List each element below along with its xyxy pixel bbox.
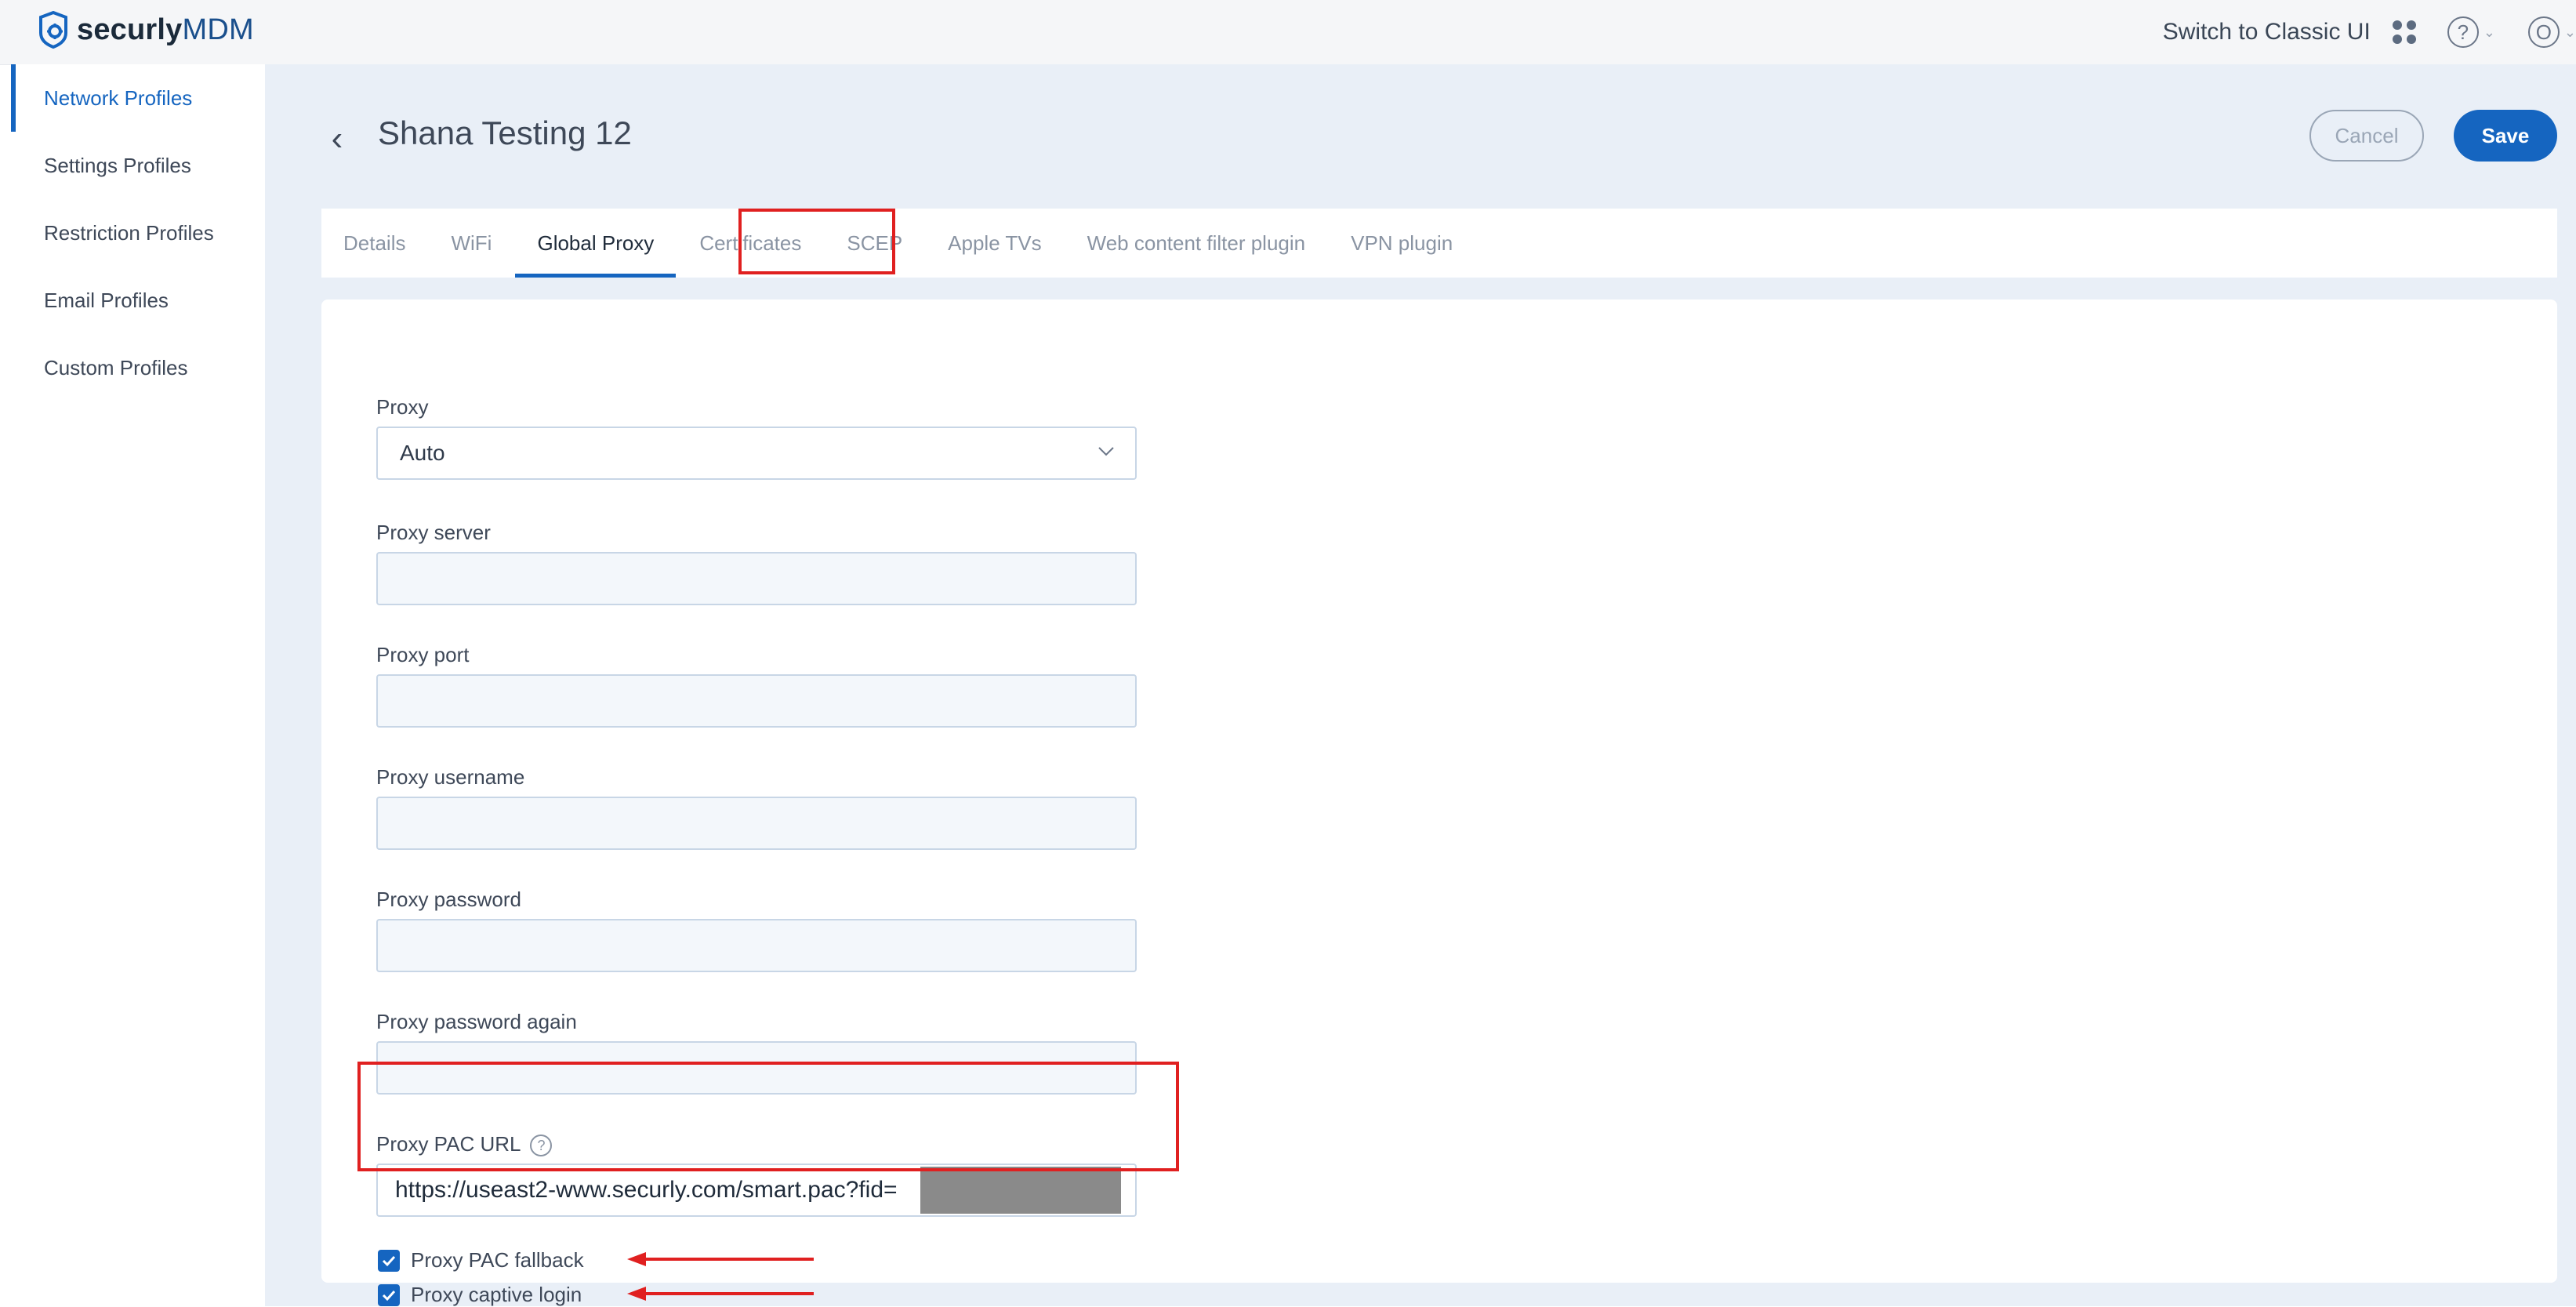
- page-title: Shana Testing 12: [378, 114, 632, 151]
- checkmark-icon: [382, 1255, 396, 1266]
- proxy-pac-url-label: Proxy PAC URL?: [376, 1132, 553, 1157]
- tab-global-proxy[interactable]: Global Proxy: [515, 209, 677, 278]
- proxy-pac-url-input[interactable]: https://useast2-www.securly.com/smart.pa…: [376, 1164, 1137, 1217]
- proxy-captive-login-checkbox[interactable]: [378, 1283, 400, 1306]
- question-circle-icon[interactable]: ?: [530, 1135, 553, 1157]
- back-arrow-icon[interactable]: ‹: [321, 119, 353, 158]
- logo-text: securlyMDM: [77, 13, 254, 46]
- top-bar: securlyMDM Switch to Classic UI ? ⌄ O ⌄: [0, 0, 2576, 65]
- tab-wifi[interactable]: WiFi: [451, 209, 492, 278]
- proxy-select-value: Auto: [400, 441, 445, 465]
- tab-web-content-filter-plugin[interactable]: Web content filter plugin: [1087, 209, 1305, 278]
- proxy-server-input[interactable]: [376, 552, 1137, 605]
- proxy-username-label: Proxy username: [376, 765, 525, 789]
- apps-grid-icon[interactable]: [2392, 20, 2416, 44]
- proxy-password-again-input[interactable]: [376, 1041, 1137, 1095]
- user-chevron-down-icon[interactable]: ⌄: [2564, 24, 2576, 41]
- proxy-select[interactable]: Auto: [376, 427, 1137, 480]
- proxy-pac-fallback-checkbox-row[interactable]: Proxy PAC fallback: [378, 1248, 584, 1273]
- help-icon[interactable]: ?: [2447, 16, 2479, 48]
- sidebar-item-restriction-profiles[interactable]: Restriction Profiles: [11, 199, 265, 267]
- redacted-block: [920, 1167, 1121, 1214]
- annotation-arrow-left-icon: [627, 1252, 814, 1266]
- proxy-password-again-label: Proxy password again: [376, 1010, 577, 1033]
- proxy-port-label: Proxy port: [376, 643, 470, 666]
- cancel-button[interactable]: Cancel: [2309, 110, 2424, 162]
- sidebar-item-custom-profiles[interactable]: Custom Profiles: [11, 334, 265, 401]
- sidebar-item-settings-profiles[interactable]: Settings Profiles: [11, 132, 265, 199]
- securly-logo[interactable]: securlyMDM: [36, 11, 254, 49]
- proxy-server-label: Proxy server: [376, 521, 491, 544]
- proxy-captive-login-checkbox-row[interactable]: Proxy captive login: [378, 1283, 582, 1307]
- proxy-port-input[interactable]: [376, 674, 1137, 728]
- tab-certificates[interactable]: Certificates: [699, 209, 801, 278]
- sidebar-item-network-profiles[interactable]: Network Profiles: [11, 64, 265, 132]
- tab-vpn-plugin[interactable]: VPN plugin: [1351, 209, 1453, 278]
- main-content: ‹ Shana Testing 12 Cancel Save Details W…: [265, 64, 2576, 1306]
- save-button[interactable]: Save: [2454, 110, 2557, 162]
- tab-scep[interactable]: SCEP: [847, 209, 902, 278]
- proxy-password-input[interactable]: [376, 919, 1137, 972]
- proxy-username-input[interactable]: [376, 797, 1137, 850]
- proxy-pac-fallback-checkbox[interactable]: [378, 1249, 400, 1272]
- tab-details[interactable]: Details: [343, 209, 405, 278]
- checkmark-icon: [382, 1290, 396, 1301]
- securly-logo-icon: [39, 11, 67, 49]
- proxy-pac-fallback-label: Proxy PAC fallback: [411, 1248, 584, 1272]
- proxy-captive-login-label: Proxy captive login: [411, 1283, 582, 1306]
- tab-apple-tvs[interactable]: Apple TVs: [948, 209, 1041, 278]
- sidebar-item-email-profiles[interactable]: Email Profiles: [11, 267, 265, 334]
- user-avatar-icon[interactable]: O: [2527, 16, 2560, 48]
- annotation-arrow-left-icon: [627, 1287, 814, 1301]
- proxy-password-label: Proxy password: [376, 888, 521, 911]
- profile-tabs: Details WiFi Global Proxy Certificates S…: [321, 209, 2557, 278]
- sidebar: Network Profiles Settings Profiles Restr…: [11, 64, 266, 1306]
- proxy-pac-url-label-text: Proxy PAC URL: [376, 1132, 521, 1156]
- proxy-label: Proxy: [376, 395, 429, 419]
- switch-classic-ui-link[interactable]: Switch to Classic UI: [2163, 19, 2371, 45]
- chevron-down-icon: [1098, 447, 1114, 456]
- help-chevron-down-icon[interactable]: ⌄: [2483, 24, 2495, 41]
- proxy-pac-url-value: https://useast2-www.securly.com/smart.pa…: [395, 1177, 898, 1203]
- global-proxy-form: Proxy Auto Proxy server Proxy port Proxy…: [321, 300, 2557, 1306]
